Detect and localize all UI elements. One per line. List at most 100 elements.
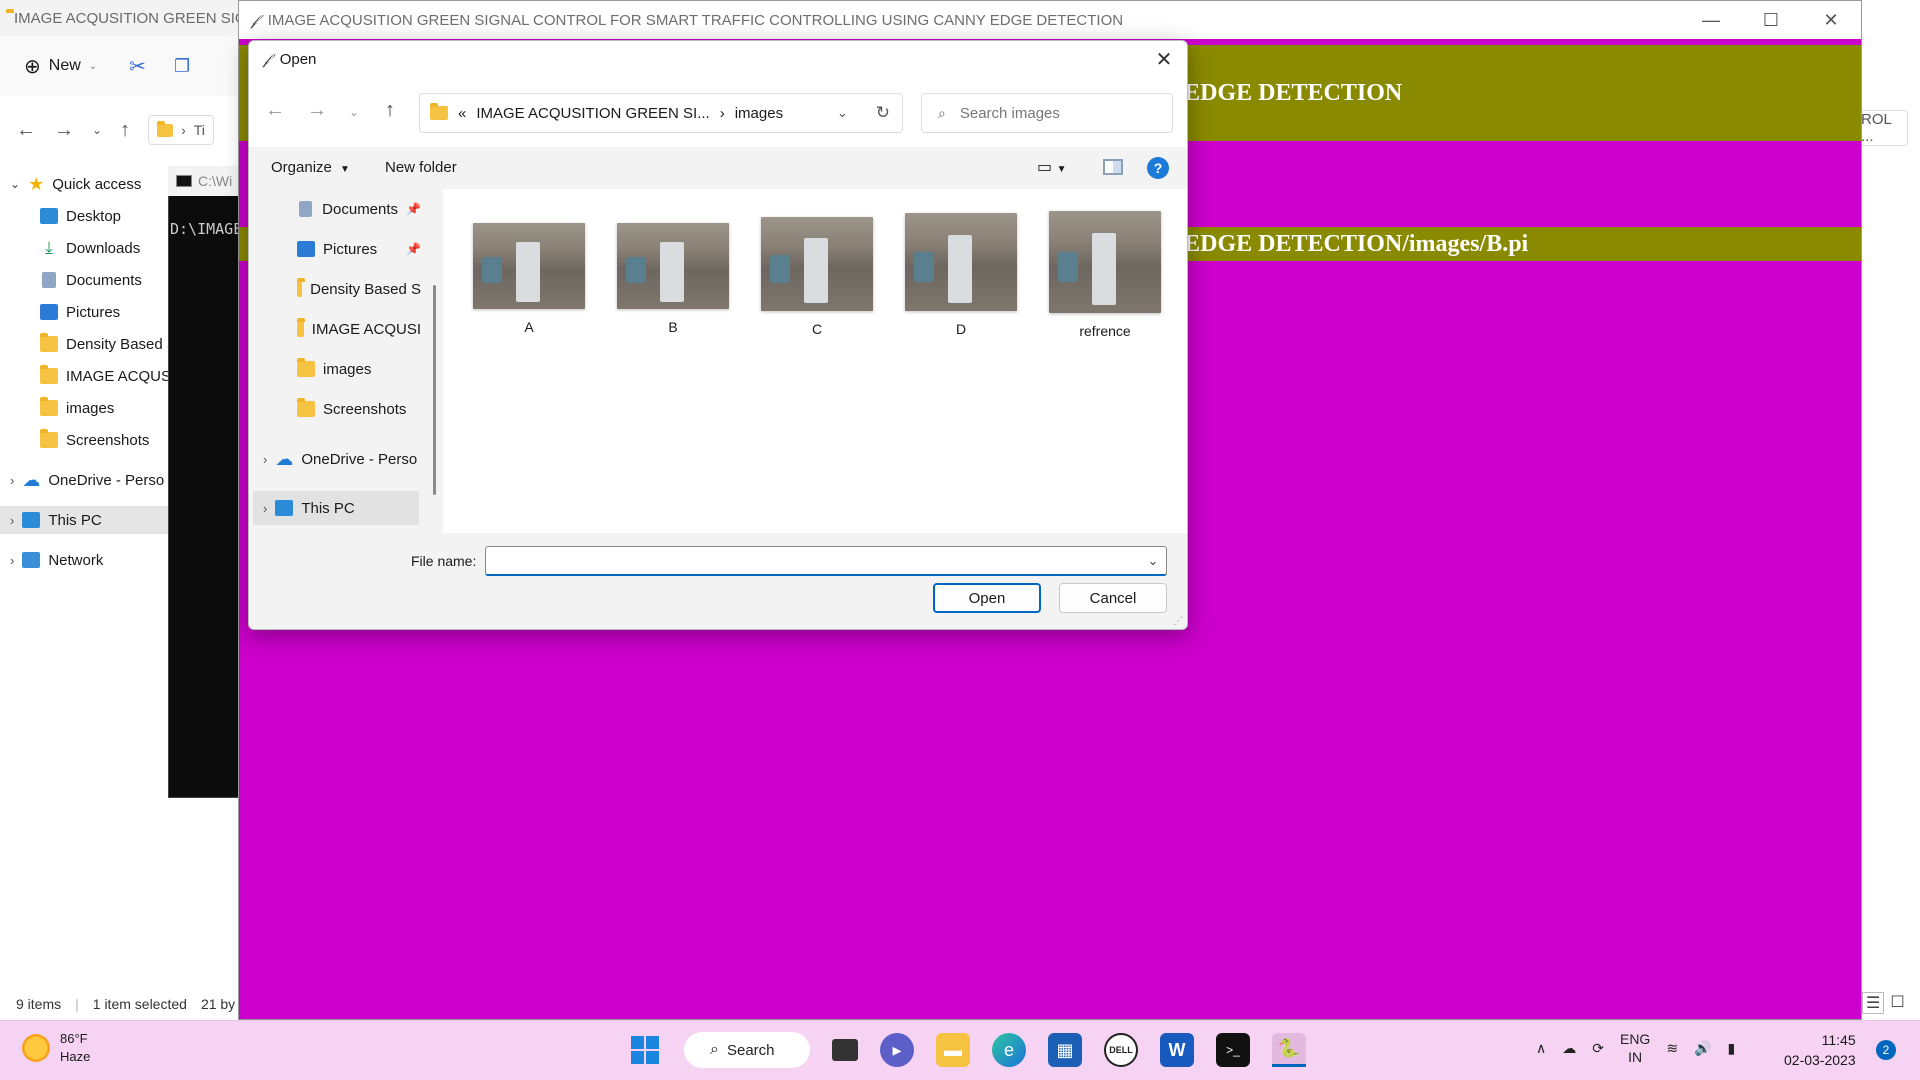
- forward-arrow-icon[interactable]: →: [54, 119, 74, 142]
- system-tray: ∧ ☁ ⟳ ENG IN ≋ 🔊 ▮: [1536, 1030, 1735, 1066]
- chevron-right-icon[interactable]: ›: [10, 513, 14, 528]
- edge-browser-icon[interactable]: e: [992, 1033, 1026, 1067]
- sidebar-item-label: Density Based S: [66, 335, 177, 353]
- sidebar-item-desktop[interactable]: Desktop: [40, 202, 121, 230]
- explorer-address-overflow[interactable]: ROL ...: [1856, 110, 1908, 146]
- back-arrow-icon[interactable]: ←: [265, 99, 285, 122]
- explorer-titlebar: IMAGE ACQUSITION GREEN SIG: [0, 0, 240, 36]
- maximize-icon[interactable]: ☐: [1741, 1, 1801, 39]
- nav-item-images[interactable]: images: [297, 355, 371, 383]
- close-icon[interactable]: ✕: [1801, 1, 1861, 39]
- show-hidden-icons-icon[interactable]: ∧: [1536, 1040, 1546, 1057]
- pictures-icon: [297, 241, 315, 257]
- recent-dropdown-icon[interactable]: ⌄: [349, 105, 359, 119]
- battery-icon[interactable]: ▮: [1728, 1040, 1736, 1057]
- nav-scrollbar[interactable]: [433, 285, 436, 495]
- nav-item-screenshots[interactable]: Screenshots: [297, 395, 406, 423]
- minimize-icon[interactable]: —: [1681, 1, 1741, 39]
- taskbar-clock[interactable]: 11:45 02-03-2023: [1784, 1030, 1856, 1070]
- details-view-icon[interactable]: ☰: [1862, 992, 1885, 1014]
- back-arrow-icon[interactable]: ←: [16, 119, 36, 142]
- sidebar-item-images[interactable]: images: [40, 394, 114, 422]
- chevron-right-icon[interactable]: ›: [263, 452, 267, 467]
- sidebar-item-downloads[interactable]: ⤓ Downloads: [40, 234, 140, 262]
- breadcrumb-current[interactable]: images: [735, 105, 783, 122]
- dialog-address-bar[interactable]: « IMAGE ACQUSITION GREEN SI... › images …: [419, 93, 903, 133]
- nav-item-image-acqusition[interactable]: IMAGE ACQUSI: [297, 315, 421, 343]
- sidebar-item-pictures[interactable]: Pictures: [40, 298, 120, 326]
- change-view-icon[interactable]: ▭ ▼: [1037, 157, 1066, 177]
- copy-icon[interactable]: ❐: [174, 56, 190, 77]
- resize-grip-icon[interactable]: ⋰: [1173, 616, 1183, 627]
- file-thumbnail[interactable]: A: [471, 223, 587, 335]
- image-thumbnail: [473, 223, 585, 309]
- breadcrumb-overflow[interactable]: «: [458, 105, 466, 122]
- sidebar-item-label: Quick access: [52, 175, 142, 193]
- dell-icon[interactable]: DELL: [1104, 1033, 1138, 1067]
- file-explorer-icon[interactable]: ▬: [936, 1033, 970, 1067]
- store-icon[interactable]: ▦: [1048, 1033, 1082, 1067]
- sidebar-item-network[interactable]: › Network: [10, 546, 103, 574]
- up-arrow-icon[interactable]: ↑: [120, 119, 130, 142]
- sidebar-item-density-based[interactable]: Density Based S: [40, 330, 177, 358]
- sidebar-item-onedrive[interactable]: › ☁ OneDrive - Perso: [10, 466, 164, 494]
- folder-icon: [40, 429, 58, 448]
- cancel-button[interactable]: Cancel: [1059, 583, 1167, 613]
- new-folder-button[interactable]: New folder: [385, 159, 457, 176]
- nav-item-density-based[interactable]: Density Based S: [297, 275, 421, 303]
- folder-icon: [40, 397, 58, 416]
- task-view-icon[interactable]: [832, 1039, 858, 1061]
- sidebar-item-screenshots[interactable]: Screenshots: [40, 426, 149, 454]
- file-thumbnail[interactable]: C: [759, 217, 875, 337]
- chevron-down-icon[interactable]: ⌄: [10, 177, 20, 191]
- breadcrumb-parent[interactable]: IMAGE ACQUSITION GREEN SI...: [476, 105, 709, 122]
- terminal-icon[interactable]: >_: [1216, 1033, 1250, 1067]
- nav-item-onedrive[interactable]: › ☁ OneDrive - Perso: [263, 445, 421, 473]
- network-icon: [22, 552, 41, 568]
- help-icon[interactable]: ?: [1147, 157, 1169, 179]
- up-arrow-icon[interactable]: ↑: [385, 99, 395, 122]
- sidebar-item-label: Desktop: [66, 207, 122, 225]
- file-name: B: [668, 319, 678, 335]
- file-thumbnail[interactable]: B: [615, 223, 731, 335]
- word-icon[interactable]: W: [1160, 1033, 1194, 1067]
- recent-dropdown-icon[interactable]: ⌄: [92, 123, 102, 137]
- chevron-right-icon[interactable]: ›: [263, 501, 267, 516]
- explorer-address-bar[interactable]: › Ti: [148, 115, 214, 145]
- chevron-right-icon[interactable]: ›: [10, 473, 14, 488]
- dialog-search-box[interactable]: ⌕ Search images: [921, 93, 1173, 133]
- preview-pane-icon[interactable]: [1103, 159, 1123, 175]
- organize-button[interactable]: Organize ▼: [271, 159, 350, 176]
- notification-badge[interactable]: 2: [1876, 1040, 1896, 1060]
- refresh-icon[interactable]: ↻: [876, 103, 890, 123]
- nav-item-this-pc[interactable]: › This PC: [253, 491, 419, 525]
- sidebar-item-image-acqusition[interactable]: IMAGE ACQUSIT: [40, 362, 184, 390]
- onedrive-cloud-icon[interactable]: ☁: [1562, 1040, 1576, 1057]
- chevron-right-icon[interactable]: ›: [10, 553, 14, 568]
- address-dropdown-icon[interactable]: ⌄: [837, 105, 848, 121]
- sync-icon[interactable]: ⟳: [1592, 1040, 1604, 1057]
- nav-item-pictures[interactable]: Pictures 📌: [297, 235, 421, 263]
- wifi-icon[interactable]: ≋: [1666, 1040, 1678, 1057]
- tiles-view-icon[interactable]: ☐: [1890, 992, 1904, 1014]
- sidebar-item-label: Network: [48, 551, 104, 569]
- sidebar-item-documents[interactable]: Documents: [40, 266, 142, 294]
- file-thumbnail[interactable]: refrence: [1047, 211, 1163, 339]
- sidebar-item-quick-access[interactable]: ⌄ ★ Quick access: [10, 170, 141, 198]
- file-name-dropdown-icon[interactable]: ⌄: [1141, 547, 1165, 575]
- weather-widget[interactable]: 86°F Haze: [22, 1030, 90, 1066]
- volume-icon[interactable]: 🔊: [1694, 1040, 1711, 1057]
- taskbar-search-button[interactable]: ⌕ Search: [684, 1032, 810, 1068]
- cut-icon[interactable]: ✂: [129, 54, 146, 79]
- chat-icon[interactable]: ▸: [880, 1033, 914, 1067]
- file-name-input[interactable]: [485, 546, 1167, 576]
- file-thumbnail[interactable]: D: [903, 213, 1019, 337]
- forward-arrow-icon[interactable]: →: [307, 99, 327, 122]
- language-indicator[interactable]: ENG IN: [1620, 1030, 1650, 1066]
- python-icon[interactable]: 🐍: [1272, 1033, 1306, 1067]
- nav-item-documents[interactable]: Documents 📌: [297, 195, 421, 223]
- open-button[interactable]: Open: [933, 583, 1041, 613]
- dialog-close-button[interactable]: ✕: [1141, 41, 1187, 77]
- new-button[interactable]: ⊕ New ⌄: [24, 54, 97, 79]
- start-icon[interactable]: [628, 1033, 662, 1067]
